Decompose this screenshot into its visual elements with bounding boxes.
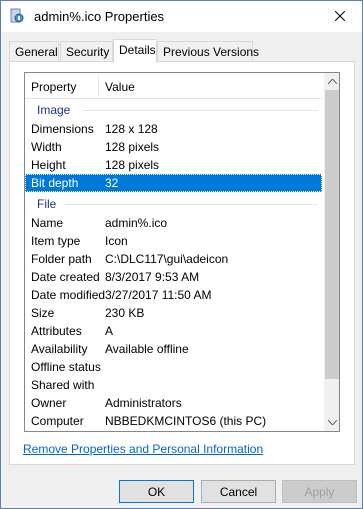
remove-properties-link[interactable]: Remove Properties and Personal Informati… xyxy=(23,442,263,456)
list-row[interactable]: Folder path C:\DLC117\gui\adeicon xyxy=(25,250,322,268)
list-header: Property Value xyxy=(25,73,322,99)
list-row[interactable]: Height 128 pixels xyxy=(25,156,322,174)
tab-previous-versions[interactable]: Previous Versions xyxy=(157,41,259,62)
group-header-image[interactable]: Image xyxy=(25,101,322,119)
list-row[interactable]: Date created 8/3/2017 9:53 AM xyxy=(25,268,322,286)
apply-button[interactable]: Apply xyxy=(282,480,357,503)
list-row[interactable]: Size 230 KB xyxy=(25,304,322,322)
vertical-scrollbar[interactable] xyxy=(324,73,339,431)
scroll-up-icon[interactable] xyxy=(324,73,339,90)
property-list[interactable]: Property Value Image Dimensions 128 x 12… xyxy=(24,72,340,432)
window-title: admin%.ico Properties xyxy=(34,9,165,24)
scroll-down-icon[interactable] xyxy=(324,414,339,431)
tab-details[interactable]: Details xyxy=(113,39,157,63)
list-row-selected[interactable]: Bit depth 32 xyxy=(25,174,322,192)
group-header-file[interactable]: File xyxy=(25,195,322,213)
list-row[interactable]: Availability Available offline xyxy=(25,340,322,358)
list-row[interactable]: Date modified 3/27/2017 11:50 AM xyxy=(25,286,322,304)
tab-strip: General Security Details Previous Versio… xyxy=(9,39,354,63)
list-row[interactable]: Dimensions 128 x 128 xyxy=(25,120,322,138)
column-divider[interactable] xyxy=(98,75,99,96)
scrollbar-thumb[interactable] xyxy=(325,90,339,379)
list-row[interactable]: Width 128 pixels xyxy=(25,138,322,156)
cancel-button[interactable]: Cancel xyxy=(201,480,276,503)
column-header-property[interactable]: Property xyxy=(31,80,76,94)
list-row[interactable]: Shared with xyxy=(25,376,322,394)
details-panel: Property Value Image Dimensions 128 x 12… xyxy=(9,61,355,465)
list-row[interactable]: Name admin%.ico xyxy=(25,214,322,232)
tab-security[interactable]: Security xyxy=(60,41,113,62)
column-header-value[interactable]: Value xyxy=(105,80,135,94)
ok-button[interactable]: OK xyxy=(119,480,194,503)
properties-window: admin%.ico Properties General Security D… xyxy=(0,0,363,509)
list-row[interactable]: Computer NBBEDKMCINTOS6 (this PC) xyxy=(25,412,322,430)
title-bar[interactable]: admin%.ico Properties xyxy=(1,1,362,32)
file-icon xyxy=(9,8,25,24)
list-row[interactable]: Owner Administrators xyxy=(25,394,322,412)
close-icon[interactable] xyxy=(318,1,362,31)
list-row[interactable]: Item type Icon xyxy=(25,232,322,250)
tab-general[interactable]: General xyxy=(9,41,59,62)
list-row[interactable]: Attributes A xyxy=(25,322,322,340)
list-row[interactable]: Offline status xyxy=(25,358,322,376)
